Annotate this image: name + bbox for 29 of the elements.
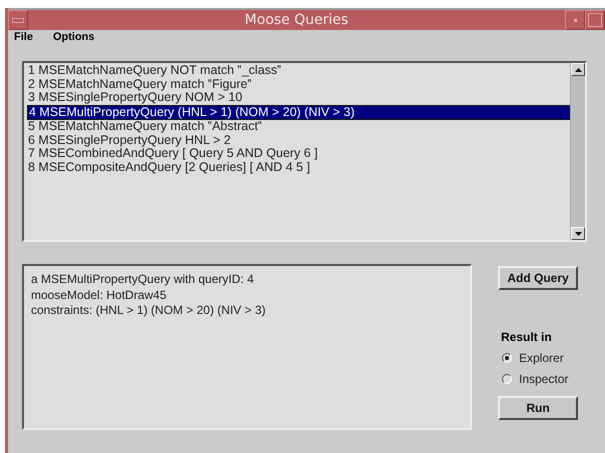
query-list-item[interactable]: 6 MSESinglePropertyQuery HNL > 2 (27, 134, 570, 147)
scroll-down-button[interactable] (571, 227, 585, 240)
radio-button[interactable] (502, 374, 512, 384)
detail-line: mooseModel: HotDraw45 (31, 288, 168, 303)
window-title: Moose Queries (244, 11, 350, 30)
up-arrow-icon (574, 68, 582, 72)
radio-label[interactable]: Inspector (519, 372, 568, 386)
run-button[interactable]: Run (498, 396, 578, 420)
window-menu-button[interactable] (8, 10, 28, 30)
menu-item[interactable]: File (14, 31, 33, 44)
scrollbar[interactable] (570, 63, 585, 240)
scroll-up-button[interactable] (571, 63, 585, 76)
result-in-label: Result in (500, 330, 553, 344)
query-list-item[interactable]: 3 MSESinglePropertyQuery NOM > 10 (27, 91, 570, 104)
query-list-item[interactable]: 8 MSECompositeAndQuery [2 Queries] [ AND 4 5 ] (27, 160, 570, 174)
down-arrow-icon (574, 232, 582, 236)
detail-line: constraints: (HNL > 1) (NOM > 20) (NIV > 3) (31, 303, 267, 318)
maximize-button[interactable] (585, 10, 605, 30)
minimize-button[interactable] (565, 10, 585, 30)
query-list-item[interactable]: 7 MSECombinedAndQuery [ Query 5 AND Query 6 ] (27, 147, 570, 160)
menu-item[interactable]: Options (52, 31, 95, 44)
query-list-item[interactable]: 1 MSEMatchNameQuery NOT match ‟_class‟ (27, 64, 570, 78)
query-list-item[interactable]: 2 MSEMatchNameQuery match ‟Figure‟ (27, 78, 570, 91)
query-list-item[interactable]: 5 MSEMatchNameQuery match ‟Abstract‟ (27, 120, 570, 134)
query-list-item[interactable]: 4 MSEMultiPropertyQuery (HNL > 1) (NOM > 20) (NIV > 3) (27, 104, 570, 120)
radio-button[interactable] (502, 353, 512, 363)
radio-label[interactable]: Explorer (519, 351, 564, 365)
add-query-button[interactable]: Add Query (498, 266, 578, 290)
detail-line: a MSEMultiPropertyQuery with queryID: 4 (31, 272, 255, 288)
